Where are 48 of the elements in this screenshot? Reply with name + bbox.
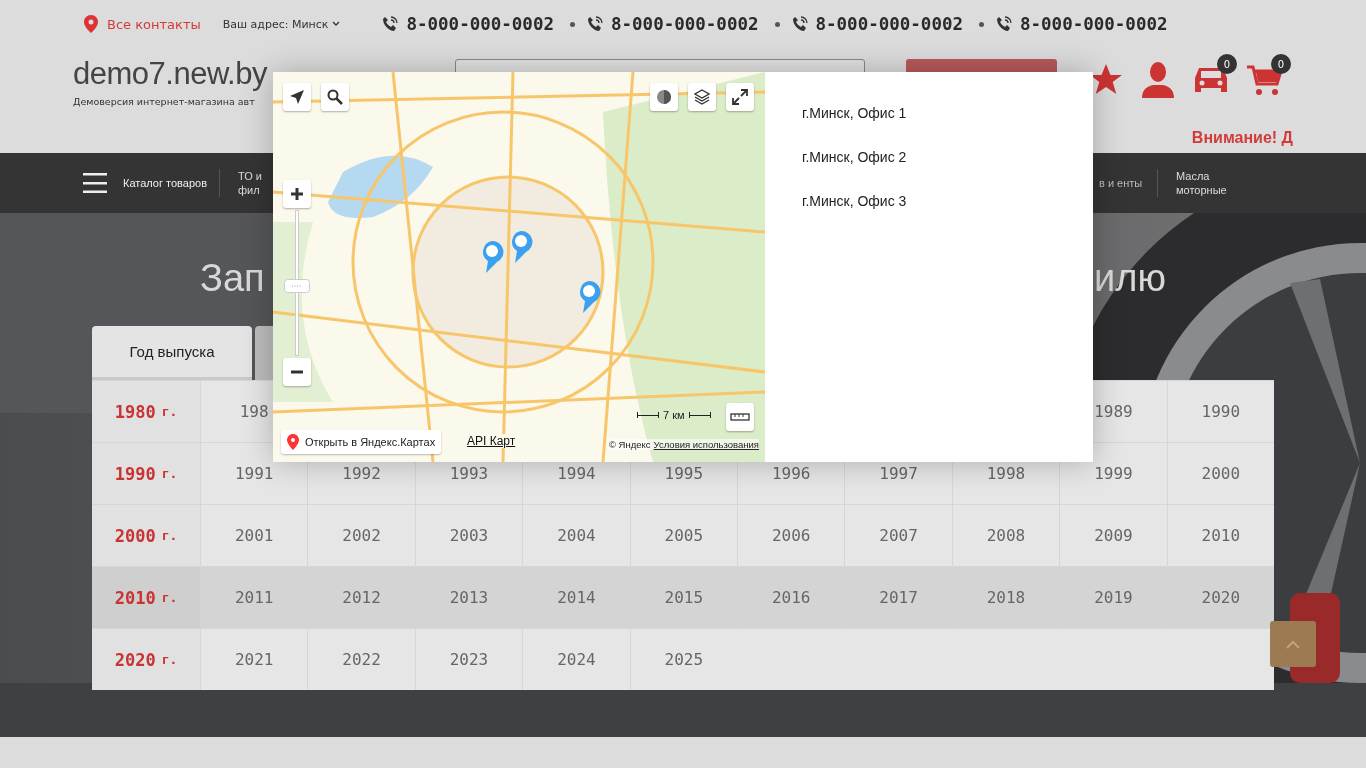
dot-separator-icon — [979, 21, 984, 27]
year-unit: г. — [161, 528, 178, 543]
location-pin-icon — [84, 15, 98, 33]
phone-number[interactable]: 8-000-000-0002 — [815, 14, 963, 34]
chevron-up-icon — [1286, 639, 1300, 649]
nav-link[interactable]: ТО и фил — [238, 169, 262, 197]
year-cell[interactable]: 2025 — [629, 629, 737, 690]
phone-number[interactable]: 8-000-000-0002 — [1020, 14, 1168, 34]
tab[interactable]: Год выпуска — [92, 326, 252, 380]
decade-year: 1980 — [114, 401, 156, 422]
year-cell[interactable]: 2022 — [307, 629, 415, 690]
address-selector[interactable]: Ваш адрес: Минск — [222, 17, 341, 31]
contacts-link[interactable]: Все контакты — [107, 16, 201, 32]
count-badge: 0 — [1217, 54, 1237, 74]
year-cell[interactable]: 2023 — [414, 629, 523, 690]
decade-year: 1990 — [114, 463, 156, 484]
phone-icon — [587, 16, 603, 32]
site-logo[interactable]: demo7.new.by — [73, 56, 267, 92]
count-badge: 0 — [1271, 54, 1291, 74]
user-icon[interactable] — [1141, 62, 1175, 98]
phone-icon — [996, 16, 1012, 32]
nav-link[interactable]: Масла моторные — [1176, 169, 1236, 197]
year-unit: г. — [161, 652, 178, 667]
decade-year: 2000 — [114, 525, 156, 546]
office-item[interactable]: г.Минск, Офис 2 — [802, 148, 907, 167]
page-heading: илю — [1094, 256, 1166, 301]
phone-number[interactable]: 8-000-000-0002 — [406, 14, 554, 34]
page-heading: Зап — [200, 256, 265, 301]
decade-year: 2020 — [114, 649, 156, 670]
year-unit: г. — [161, 466, 178, 481]
menu-icon — [83, 173, 107, 193]
notice-text: Внимание! Д — [1191, 129, 1293, 147]
phone-icon — [791, 16, 808, 32]
catalog-menu-button[interactable]: Каталог товаров — [83, 173, 207, 193]
year-cell[interactable]: 2021 — [200, 629, 308, 690]
phone-icon — [382, 16, 399, 32]
dot-separator-icon — [774, 21, 780, 27]
year-unit: г. — [161, 590, 178, 605]
year-unit: г. — [161, 404, 178, 419]
year-cell[interactable]: 2024 — [522, 629, 630, 690]
dot-separator-icon — [570, 21, 575, 27]
phone-number[interactable]: 8-000-000-0002 — [611, 14, 759, 34]
decade-year: 2010 — [114, 587, 156, 608]
nav-link[interactable]: в и енты — [1099, 176, 1145, 190]
office-item[interactable]: г.Минск, Офис 1 — [802, 104, 907, 123]
site-tagline: Демоверсия интернет-магазина авт — [73, 96, 255, 107]
office-item[interactable]: г.Минск, Офис 3 — [802, 192, 907, 211]
caret-icon — [332, 21, 341, 27]
